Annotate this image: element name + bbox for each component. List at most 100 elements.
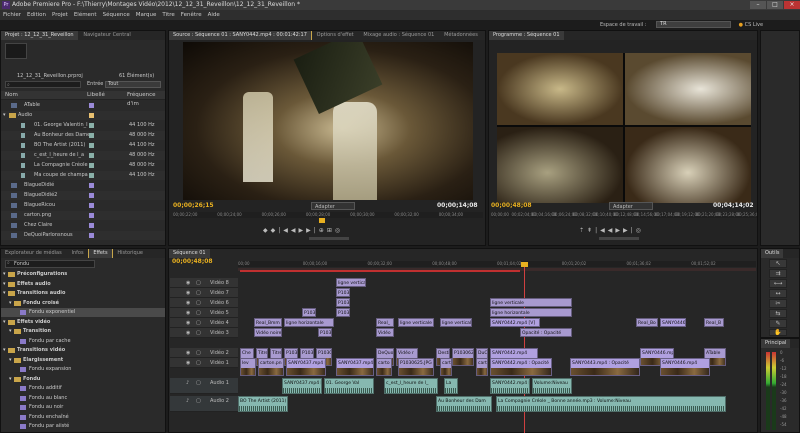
- cs-live-label[interactable]: CS Live: [745, 22, 763, 28]
- timeline-timecode[interactable]: 00;00;48;08: [172, 258, 213, 266]
- expand-arrow-icon[interactable]: ▾: [9, 356, 12, 365]
- menu-item[interactable]: Fichier: [0, 10, 24, 20]
- tab-sequence[interactable]: Séquence 01: [169, 249, 210, 258]
- lock-icon[interactable]: ▢: [196, 318, 201, 327]
- timeline-clip[interactable]: SANY0442.mp4 : Opacité: [490, 358, 552, 376]
- expand-arrow-icon[interactable]: ▾: [3, 270, 6, 279]
- effects-tree-item[interactable]: ▾ Effets audio: [1, 280, 165, 289]
- effects-tree-item[interactable]: ▾ Transitions audio: [1, 289, 165, 298]
- project-item[interactable]: BO The Artist (2011) 44 100 Hz: [1, 141, 165, 150]
- timeline-clip[interactable]: Real_: [376, 318, 394, 327]
- lock-icon[interactable]: ▢: [196, 358, 201, 367]
- timeline-clip[interactable]: ligne verticale: [398, 318, 434, 327]
- step-forward-icon[interactable]: ▶|: [306, 227, 319, 234]
- expand-arrow-icon[interactable]: ▾: [9, 375, 12, 384]
- timeline-ruler[interactable]: 00;00 00;00;16;00 00;00;32;00 00;00;48;00 00…: [238, 261, 756, 267]
- track-header[interactable]: ◉ ▢ Vidéo 2: [170, 348, 238, 358]
- project-item[interactable]: ▾ Audio: [1, 111, 165, 120]
- tab-effect-options[interactable]: Options d'effet: [313, 31, 358, 40]
- project-item[interactable]: ATable: [1, 101, 165, 110]
- timeline-clip[interactable]: ligne verticale: [336, 278, 366, 287]
- expand-arrow-icon[interactable]: ▾: [3, 318, 6, 327]
- timeline-clip[interactable]: carto: [376, 358, 392, 376]
- export-frame-icon[interactable]: ◎: [636, 227, 644, 234]
- eye-icon[interactable]: ◉: [186, 308, 190, 317]
- timeline-clip[interactable]: 01. George Val: [324, 378, 374, 394]
- timeline-clip[interactable]: SANY0437.mp4 [V]: [286, 358, 326, 376]
- expand-arrow-icon[interactable]: ▾: [9, 327, 12, 336]
- track-header[interactable]: ♪ ▢ Audio 1: [170, 378, 238, 394]
- source-timecode-current[interactable]: 00;00;26;15: [173, 202, 214, 210]
- effects-tree-item[interactable]: Fondu exponentiel: [1, 308, 165, 317]
- close-icon[interactable]: ×: [784, 1, 800, 9]
- timeline-clip[interactable]: P1030: [336, 298, 350, 307]
- timeline-clip[interactable]: Real_Bo: [636, 318, 658, 327]
- project-item[interactable]: BlagueDidié: [1, 181, 165, 190]
- tab-effects[interactable]: Effets: [88, 249, 113, 258]
- timeline-clip[interactable]: ligne verticale: [490, 298, 572, 307]
- project-item[interactable]: carton.png: [1, 211, 165, 220]
- overlay-icon[interactable]: ⊞: [327, 227, 335, 234]
- expand-arrow-icon[interactable]: ▾: [9, 299, 12, 308]
- track-header[interactable]: ◉ ▢ Vidéo 8: [170, 278, 238, 288]
- track-header[interactable]: ◉ ▢ Vidéo 5: [170, 308, 238, 318]
- selection-tool-icon[interactable]: ↖: [769, 259, 787, 268]
- lock-icon[interactable]: ▢: [196, 348, 201, 357]
- timeline-clip[interactable]: Real_Bmm: [254, 318, 282, 327]
- program-timecode-current[interactable]: 00;00;48;08: [491, 202, 532, 210]
- effects-tree-item[interactable]: ▾ Transitions vidéo: [1, 346, 165, 355]
- timeline-clip[interactable]: SANY0443.mp4 : Opacité: [570, 358, 640, 376]
- timeline-clip[interactable]: Au Bonheur des Dam: [436, 396, 492, 412]
- eye-icon[interactable]: ♪: [186, 396, 189, 406]
- project-item[interactable]: c_est_l_heure de l_a 48 000 Hz: [1, 151, 165, 160]
- source-time-ruler[interactable]: 00;00;22;00 00;00;24;00 00;00;26;00 00;00;2…: [173, 212, 483, 218]
- effects-tree-item[interactable]: Fondu par cache: [1, 337, 165, 346]
- export-frame-icon[interactable]: ◎: [335, 227, 343, 234]
- timeline-clip[interactable]: ligne verticale: [440, 318, 472, 327]
- project-item[interactable]: 01. George Valentin_I 44 100 Hz: [1, 121, 165, 130]
- eye-icon[interactable]: ◉: [186, 278, 190, 287]
- effects-tree-item[interactable]: Fondu au blanc: [1, 394, 165, 403]
- menu-item[interactable]: Aide: [205, 10, 223, 20]
- effects-tree-item[interactable]: Fondu au noir: [1, 403, 165, 412]
- timeline-clip[interactable]: Real_B: [704, 318, 724, 327]
- tab-central-browser[interactable]: Navigateur Central: [79, 31, 134, 40]
- track-header[interactable]: ◉ ▢ Vidéo 6: [170, 298, 238, 308]
- timeline-clip[interactable]: SANY0442.mp4 [V]: [490, 318, 540, 327]
- project-item[interactable]: Chez Claire: [1, 221, 165, 230]
- menu-item[interactable]: Projet: [49, 10, 71, 20]
- play-icon[interactable]: ▶: [615, 227, 623, 234]
- menu-item[interactable]: Marque: [133, 10, 160, 20]
- eye-icon[interactable]: ◉: [186, 318, 190, 327]
- timeline-clip[interactable]: P1030: [336, 308, 350, 317]
- timeline-clip[interactable]: Volume:Niveau: [532, 378, 572, 394]
- expand-arrow-icon[interactable]: ▾: [3, 346, 6, 355]
- col-label[interactable]: Libellé: [87, 91, 105, 100]
- effects-search-input[interactable]: Fondu: [5, 260, 95, 268]
- expand-arrow-icon[interactable]: ▾: [3, 289, 6, 298]
- menu-item[interactable]: Elément: [71, 10, 100, 20]
- tab-audio-mixer[interactable]: Mixage audio : Séquence 01: [359, 31, 438, 40]
- tab-master-meters[interactable]: Principal: [761, 339, 791, 348]
- extract-icon[interactable]: ⇞: [587, 227, 595, 234]
- timeline-clip[interactable]: SANY0437.mp4 [A]: [282, 378, 322, 394]
- lock-icon[interactable]: ▢: [196, 396, 201, 406]
- timeline-playhead-handle[interactable]: [521, 262, 528, 267]
- timeline-clip[interactable]: P1030: [336, 288, 350, 297]
- effects-tree-item[interactable]: ▾ Fondu: [1, 375, 165, 384]
- eye-icon[interactable]: ◉: [186, 298, 190, 307]
- timeline-clip[interactable]: BO The Artist (2011): [238, 396, 288, 412]
- effects-tree-item[interactable]: ▾ Fondu croisé: [1, 299, 165, 308]
- tab-program[interactable]: Programme : Séquence 01: [489, 31, 564, 40]
- tab-history[interactable]: Historique: [113, 249, 147, 258]
- timeline-clip[interactable]: La: [444, 378, 458, 394]
- lock-icon[interactable]: ▢: [196, 328, 201, 337]
- effects-tree-item[interactable]: ▾ Transition: [1, 327, 165, 336]
- tab-project[interactable]: Projet : 12_12_31_Reveillon: [1, 31, 78, 40]
- timeline-clip[interactable]: Vidéo: [376, 328, 394, 337]
- ripple-edit-tool-icon[interactable]: ⟷: [769, 279, 787, 288]
- tab-media-browser[interactable]: Explorateur de médias: [1, 249, 66, 258]
- timeline-clip[interactable]: Opacité : Opacité: [520, 328, 572, 337]
- lock-icon[interactable]: ▢: [196, 298, 201, 307]
- entry-select[interactable]: Tout: [105, 81, 161, 88]
